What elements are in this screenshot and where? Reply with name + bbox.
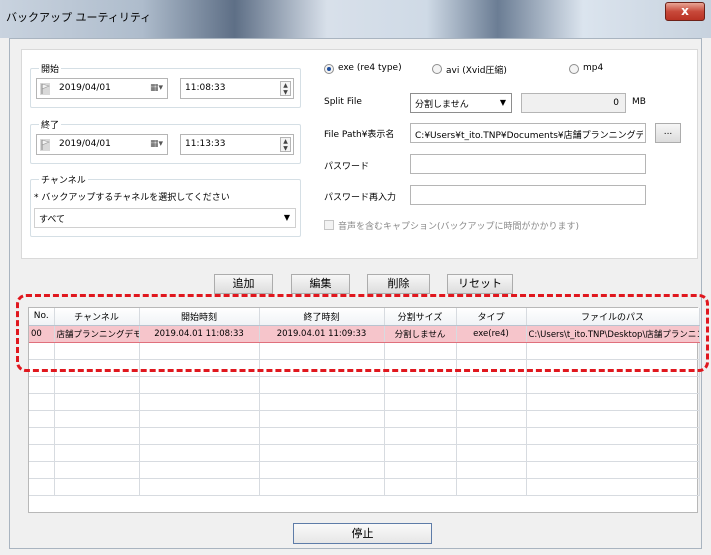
add-button[interactable]: 追加 <box>214 274 273 294</box>
password-label: パスワード <box>324 162 370 172</box>
audio-caption-checkbox[interactable] <box>324 220 334 230</box>
column-header[interactable]: チャンネル <box>54 308 140 326</box>
file-path-field[interactable]: C:¥Users¥t_ito.TNP¥Documents¥店舗プランニングデモ <box>410 123 646 143</box>
settings-panel: 開始 2019/04/01 ▦▾ 11:08:33 ▲ ▼ 終了 2019/04/… <box>21 49 698 259</box>
column-header[interactable]: タイプ <box>456 308 527 326</box>
channel-selected-value: すべて <box>39 215 66 225</box>
split-selected-value: 分割しません <box>415 100 469 110</box>
table-row[interactable] <box>29 410 700 428</box>
window-title: バックアップ ユーティリティ <box>6 11 152 24</box>
start-time-picker[interactable]: 11:08:33 ▲ ▼ <box>180 78 294 99</box>
split-size-value: 0 <box>613 98 619 108</box>
channel-group: チャンネル * バックアップするチャネルを選択してください すべて ▼ <box>30 173 301 237</box>
table-cell: 分割しません <box>384 324 457 343</box>
format-radio-exe[interactable] <box>324 64 334 74</box>
password-field[interactable] <box>410 154 646 174</box>
calendar-dropdown-icon[interactable]: ▦▾ <box>150 83 163 93</box>
split-size-field[interactable]: 0 <box>521 93 626 113</box>
time-spinner-icon[interactable]: ▲ ▼ <box>280 81 291 96</box>
table-row[interactable] <box>29 342 700 360</box>
password-confirm-field[interactable] <box>410 185 646 205</box>
flag-icon <box>40 83 50 95</box>
file-path-label: File Path¥表示名 <box>324 130 395 140</box>
time-spinner-icon[interactable]: ▲ ▼ <box>280 137 291 152</box>
column-header[interactable]: 開始時刻 <box>139 308 260 326</box>
stop-button[interactable]: 停止 <box>293 523 432 544</box>
end-time-picker[interactable]: 11:13:33 ▲ ▼ <box>180 134 294 155</box>
end-time-value: 11:13:33 <box>185 139 226 149</box>
table-cell: 店舗プランニングデモ <box>54 324 140 343</box>
table-cell: 2019.04.01 11:09:33 <box>259 324 385 343</box>
channel-select[interactable]: すべて ▼ <box>34 208 296 228</box>
flag-icon <box>40 139 50 151</box>
column-header[interactable]: ファイルのパス <box>526 308 700 326</box>
channel-legend: チャンネル <box>39 173 88 186</box>
edit-button[interactable]: 編集 <box>291 274 350 294</box>
table-row[interactable]: 00 店舗プランニングデモ 2019.04.01 11:08:33 2019.0… <box>29 324 700 343</box>
column-header[interactable]: 分割サイズ <box>384 308 457 326</box>
table-row[interactable] <box>29 376 700 394</box>
calendar-dropdown-icon[interactable]: ▦▾ <box>150 139 163 149</box>
split-unit-label: MB <box>632 97 646 107</box>
end-legend: 終了 <box>39 118 62 131</box>
reset-button[interactable]: リセット <box>447 274 513 294</box>
backup-list-grid[interactable]: No. チャンネル 開始時刻 終了時刻 分割サイズ タイプ ファイルのパス 00… <box>28 307 700 513</box>
table-row[interactable] <box>29 393 700 411</box>
table-header-row: No. チャンネル 開始時刻 終了時刻 分割サイズ タイプ ファイルのパス <box>29 308 700 326</box>
column-header[interactable]: No. <box>29 308 55 326</box>
format-radio-mp4[interactable] <box>569 64 579 74</box>
split-file-label: Split File <box>324 97 362 107</box>
table-cell: 00 <box>29 324 55 343</box>
title-bar: バックアップ ユーティリティ x <box>0 0 711 38</box>
backup-list-table: No. チャンネル 開始時刻 終了時刻 分割サイズ タイプ ファイルのパス 00… <box>29 308 700 496</box>
file-path-value: C:¥Users¥t_ito.TNP¥Documents¥店舗プランニングデモ <box>415 131 643 141</box>
channel-hint: * バックアップするチャネルを選択してください <box>34 193 230 203</box>
table-row[interactable] <box>29 427 700 445</box>
column-header[interactable]: 終了時刻 <box>259 308 385 326</box>
table-cell: 2019.04.01 11:08:33 <box>139 324 260 343</box>
password-confirm-label: パスワード再入力 <box>324 193 397 203</box>
table-row[interactable] <box>29 444 700 462</box>
browse-button[interactable]: ... <box>655 123 681 143</box>
table-cell: C:\Users\t_ito.TNP\Desktop\店舗プランニングデモ <box>526 324 700 343</box>
close-button[interactable]: x <box>665 2 705 21</box>
split-file-select[interactable]: 分割しません ▼ <box>410 93 512 113</box>
table-row[interactable] <box>29 461 700 479</box>
start-legend: 開始 <box>39 62 62 75</box>
start-time-value: 11:08:33 <box>185 83 226 93</box>
format-label-mp4: mp4 <box>583 63 604 73</box>
table-row[interactable] <box>29 359 700 377</box>
end-date-value: 2019/04/01 <box>59 139 111 149</box>
format-radio-avi[interactable] <box>432 64 442 74</box>
format-label-exe: exe (re4 type) <box>338 63 402 73</box>
start-date-picker[interactable]: 2019/04/01 ▦▾ <box>36 78 168 99</box>
table-row[interactable] <box>29 478 700 496</box>
delete-button[interactable]: 削除 <box>367 274 430 294</box>
end-date-picker[interactable]: 2019/04/01 ▦▾ <box>36 134 168 155</box>
format-label-avi: avi (Xvid圧縮) <box>446 66 507 76</box>
chevron-down-icon: ▼ <box>499 98 506 107</box>
audio-caption-label: 音声を含むキャプション(バックアップに時間がかかります) <box>338 222 580 232</box>
chevron-down-icon: ▼ <box>283 213 290 222</box>
start-group: 開始 2019/04/01 ▦▾ 11:08:33 ▲ ▼ <box>30 62 301 108</box>
start-date-value: 2019/04/01 <box>59 83 111 93</box>
table-cell: exe(re4) <box>456 324 527 343</box>
end-group: 終了 2019/04/01 ▦▾ 11:13:33 ▲ ▼ <box>30 118 301 164</box>
